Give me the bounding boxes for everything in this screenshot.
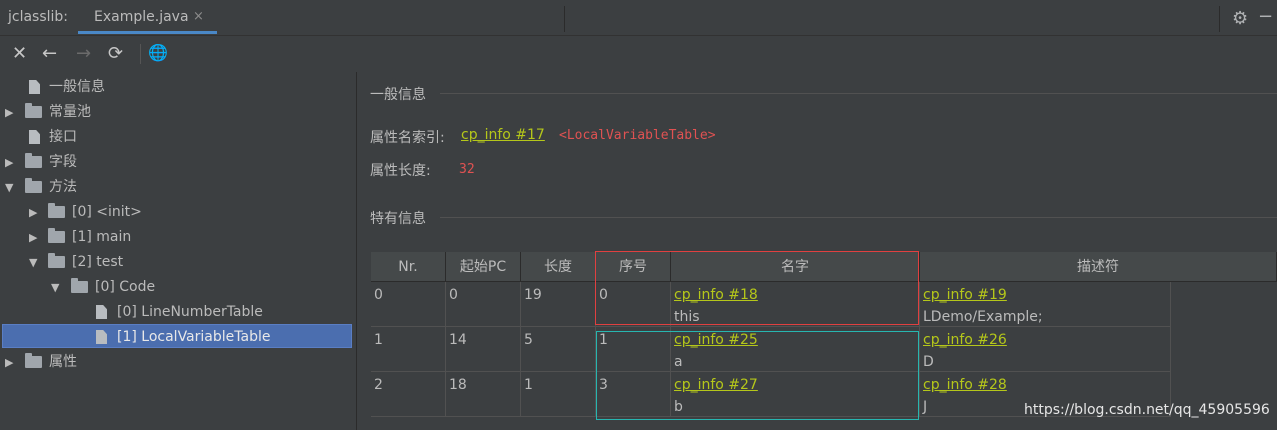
collapse-arrow-icon[interactable]: ▼ xyxy=(29,256,37,269)
expand-arrow-icon[interactable]: ▶ xyxy=(5,156,13,169)
tree-item-general[interactable]: 一般信息 xyxy=(49,75,105,99)
folder-icon xyxy=(48,203,65,218)
cell-descriptor-link[interactable]: cp_info #28 xyxy=(923,377,1007,393)
cell-nr: 0 xyxy=(374,287,383,303)
grid-line xyxy=(520,282,521,416)
cell-length: 19 xyxy=(524,287,542,303)
minimize-icon[interactable]: − xyxy=(1258,6,1273,27)
expand-arrow-icon[interactable]: ▶ xyxy=(29,231,37,244)
folder-icon xyxy=(71,278,88,293)
tree-item-attributes[interactable]: 属性 xyxy=(49,350,77,374)
specific-info-title: 特有信息 xyxy=(370,211,426,227)
tab-separator xyxy=(564,6,565,32)
tree-item-fields[interactable]: 字段 xyxy=(49,150,77,174)
folder-icon xyxy=(48,228,65,243)
toolbar-separator xyxy=(140,44,141,64)
tab-separator xyxy=(1219,6,1220,32)
highlight-box-red xyxy=(595,251,919,325)
column-header-start-pc[interactable]: 起始PC xyxy=(446,252,521,282)
expand-arrow-icon[interactable]: ▶ xyxy=(29,206,37,219)
back-arrow-icon[interactable]: ← xyxy=(42,43,57,64)
folder-icon xyxy=(25,353,42,368)
attribute-name-index-link[interactable]: cp_info #17 xyxy=(461,127,545,143)
column-header-descriptor[interactable]: 描述符 xyxy=(920,252,1277,282)
cell-descriptor: J xyxy=(923,399,928,415)
cell-nr: 2 xyxy=(374,377,383,393)
tree-item-local-variable-table[interactable]: [1] LocalVariableTable xyxy=(117,325,270,349)
tree-item-method-test[interactable]: [2] test xyxy=(72,250,123,274)
toolbar xyxy=(0,36,1277,72)
tree-item-method-main[interactable]: [1] main xyxy=(72,225,131,249)
refresh-icon[interactable]: ⟳ xyxy=(108,43,123,64)
close-tab-icon[interactable]: × xyxy=(193,9,204,24)
attribute-length-value: 32 xyxy=(459,162,475,177)
collapse-arrow-icon[interactable]: ▼ xyxy=(51,281,59,294)
active-tab-indicator xyxy=(78,31,217,34)
folder-icon xyxy=(25,103,42,118)
cell-descriptor-link[interactable]: cp_info #26 xyxy=(923,332,1007,348)
attribute-name-index-label: 属性名索引: xyxy=(370,130,445,146)
highlight-box-cyan xyxy=(596,331,919,420)
cell-start-pc: 18 xyxy=(449,377,467,393)
grid-line xyxy=(919,282,920,416)
section-divider xyxy=(440,217,1277,218)
general-info-title: 一般信息 xyxy=(370,87,426,103)
cell-start-pc: 0 xyxy=(449,287,458,303)
expand-arrow-icon[interactable]: ▶ xyxy=(5,106,13,119)
grid-line xyxy=(371,326,1171,327)
folder-icon xyxy=(48,253,65,268)
tool-window-title: jclasslib: xyxy=(8,9,69,25)
column-header-length[interactable]: 长度 xyxy=(521,252,596,282)
attribute-name-value: <LocalVariableTable> xyxy=(559,128,716,143)
grid-line xyxy=(1170,282,1171,416)
forward-arrow-icon[interactable]: → xyxy=(76,43,91,64)
tree-item-line-number-table[interactable]: [0] LineNumberTable xyxy=(117,300,263,324)
tab-label: Example.java xyxy=(94,9,189,25)
column-header-nr[interactable]: Nr. xyxy=(371,252,446,282)
section-divider xyxy=(440,93,1277,94)
grid-line xyxy=(445,282,446,416)
cell-start-pc: 14 xyxy=(449,332,467,348)
cell-descriptor: D xyxy=(923,354,934,370)
folder-icon xyxy=(25,153,42,168)
tree-item-interfaces[interactable]: 接口 xyxy=(49,125,77,149)
watermark-text: https://blog.csdn.net/qq_45905596 xyxy=(1024,402,1270,418)
gear-icon[interactable]: ⚙ xyxy=(1232,8,1248,29)
tree-item-method-init[interactable]: [0] <init> xyxy=(72,200,142,224)
cell-length: 1 xyxy=(524,377,533,393)
web-icon[interactable]: 🌐 xyxy=(148,43,168,62)
tree-item-methods[interactable]: 方法 xyxy=(49,175,77,199)
cell-descriptor: LDemo/Example; xyxy=(923,309,1043,325)
folder-icon xyxy=(25,178,42,193)
close-icon[interactable]: ✕ xyxy=(12,43,27,64)
tree-item-constant-pool[interactable]: 常量池 xyxy=(49,100,91,124)
cell-descriptor-link[interactable]: cp_info #19 xyxy=(923,287,1007,303)
expand-arrow-icon[interactable]: ▶ xyxy=(5,356,13,369)
attribute-length-label: 属性长度: xyxy=(370,163,431,179)
tree-item-code[interactable]: [0] Code xyxy=(95,275,155,299)
cell-length: 5 xyxy=(524,332,533,348)
cell-nr: 1 xyxy=(374,332,383,348)
collapse-arrow-icon[interactable]: ▼ xyxy=(5,181,13,194)
